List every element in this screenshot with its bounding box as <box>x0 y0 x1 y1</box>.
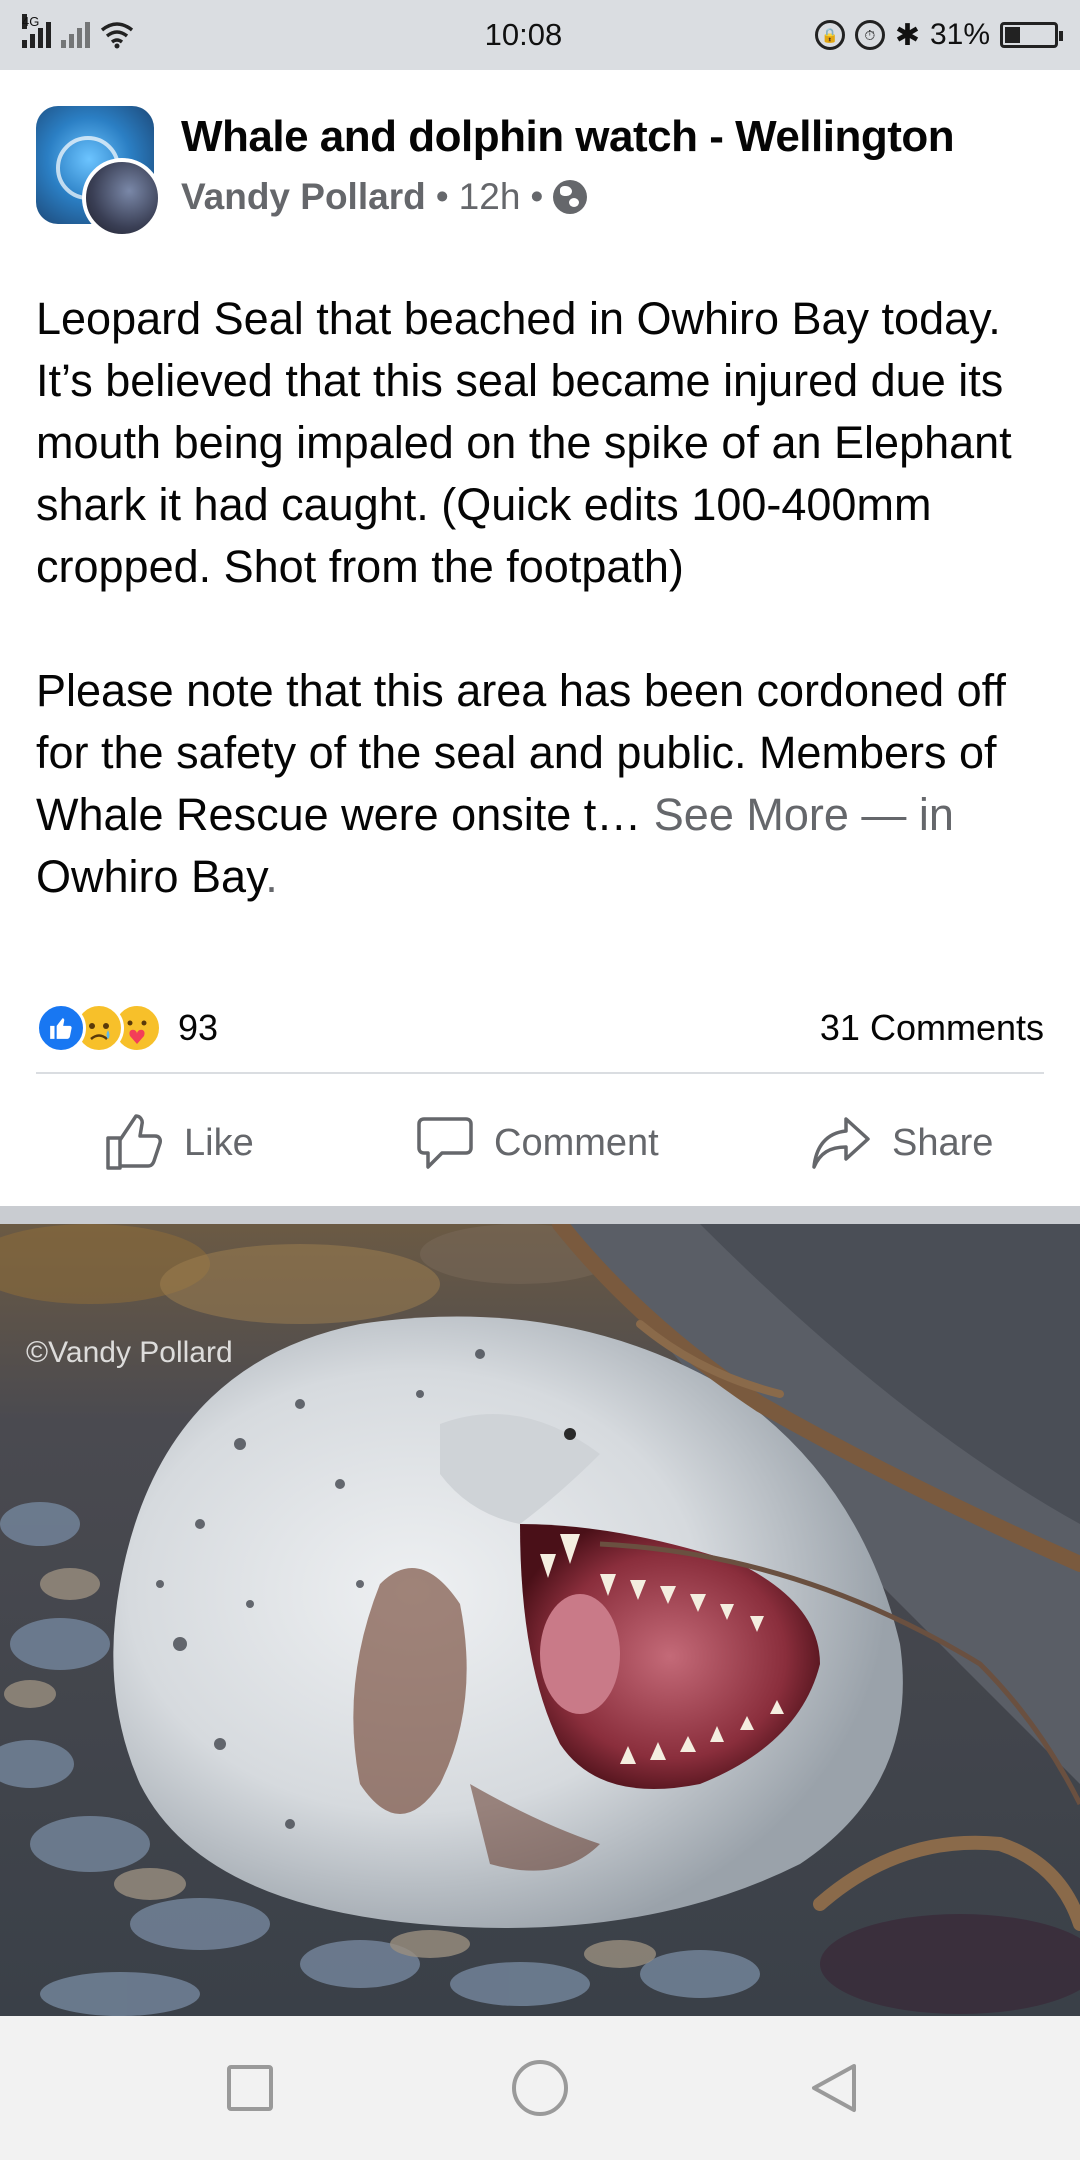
thumbs-up-icon <box>106 1114 162 1170</box>
post-meta: Vandy Pollard • 12h • <box>181 176 588 218</box>
avatar-group[interactable] <box>36 106 166 238</box>
photo-watermark: ©Vandy Pollard <box>26 1336 233 1369</box>
post-body: Leopard Seal that beached in Owhiro Bay … <box>36 288 1046 908</box>
post-time[interactable]: 12h <box>459 176 521 218</box>
share-button[interactable]: Share <box>810 1115 993 1171</box>
divider <box>36 1072 1044 1074</box>
location-suffix: . <box>265 851 278 902</box>
like-button[interactable]: Like <box>104 1114 254 1172</box>
reaction-icons[interactable] <box>36 1003 162 1053</box>
back-button[interactable] <box>806 2060 862 2116</box>
recents-button[interactable] <box>227 2065 273 2111</box>
status-bar: 4G 10:08 🔒 ⏱ ✱ 31% <box>0 0 1080 70</box>
alarm-icon: ⏱ <box>854 20 885 50</box>
status-right: 🔒 ⏱ ✱ 31% <box>814 18 1063 53</box>
meta-separator: • <box>530 176 544 217</box>
wifi-icon <box>100 22 134 49</box>
back-triangle-icon <box>812 2064 856 2112</box>
reactions-row: 93 31 Comments <box>36 1000 1044 1056</box>
reaction-count[interactable]: 93 <box>178 1007 218 1049</box>
comment-label: Comment <box>494 1121 659 1164</box>
action-bar: Like Comment Share <box>0 1080 1080 1206</box>
author-avatar[interactable] <box>82 158 162 238</box>
see-more-link[interactable]: See More <box>654 789 849 840</box>
status-left: 4G <box>22 14 352 49</box>
network-type: 4G <box>22 14 40 29</box>
battery-icon <box>1000 22 1063 48</box>
lock-rotation-icon: 🔒 <box>814 20 845 50</box>
home-button[interactable] <box>512 2060 568 2116</box>
meta-separator: • <box>435 176 449 217</box>
like-reaction-icon <box>36 1003 86 1053</box>
bluetooth-icon: ✱ <box>894 18 920 52</box>
cell-signal-icon: 4G <box>22 14 51 48</box>
share-arrow-icon <box>812 1117 870 1169</box>
group-name-link[interactable]: Whale and dolphin watch - Wellington <box>181 112 955 162</box>
system-nav-bar <box>0 2016 1080 2160</box>
section-separator <box>0 1206 1080 1224</box>
battery-fill <box>1005 27 1020 43</box>
comments-count-link[interactable]: 31 Comments <box>820 1007 1044 1049</box>
post-photo[interactable]: ©Vandy Pollard <box>0 1224 1080 2016</box>
globe-icon <box>553 180 588 214</box>
battery-percent: 31% <box>929 18 990 51</box>
author-name-link[interactable]: Vandy Pollard <box>181 176 426 218</box>
location-prefix: — in <box>848 789 954 840</box>
like-label: Like <box>184 1121 254 1164</box>
clock: 10:08 <box>484 17 563 52</box>
comment-bubble-icon <box>417 1117 473 1169</box>
share-label: Share <box>892 1121 994 1164</box>
comment-button[interactable]: Comment <box>416 1115 659 1171</box>
post-header: Whale and dolphin watch - Wellington Van… <box>36 106 1046 238</box>
post-paragraph-1: Leopard Seal that beached in Owhiro Bay … <box>36 293 1012 592</box>
location-link[interactable]: Owhiro Bay <box>36 851 265 902</box>
cell-signal-2-icon <box>61 22 90 48</box>
post-paragraph-2: Please note that this area has been cord… <box>36 660 1046 908</box>
